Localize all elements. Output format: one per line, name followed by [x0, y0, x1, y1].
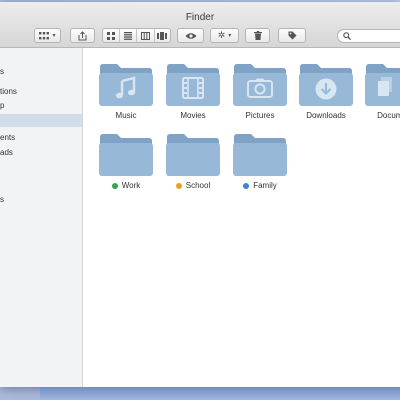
chevron-down-icon: ▾	[228, 33, 232, 39]
sidebar-item-label: s	[0, 67, 4, 76]
view-mode-control	[102, 28, 171, 43]
window-title: Finder	[185, 12, 215, 23]
finder-window: Finder ▾ ✲ ▾ s tions p ents ads s Music …	[0, 2, 400, 387]
desktop-background	[40, 387, 400, 400]
folder-icon	[166, 134, 220, 176]
folder-label: Docume	[377, 111, 400, 120]
film-strip-icon	[182, 77, 204, 99]
share-button[interactable]	[70, 28, 95, 43]
delete-button[interactable]	[245, 28, 270, 43]
quick-look-button[interactable]	[177, 28, 204, 43]
sidebar-item-devices[interactable]: s	[0, 193, 82, 206]
edit-tags-button[interactable]	[278, 28, 306, 43]
sidebar-item-favorites[interactable]: s	[0, 65, 82, 78]
share-icon	[78, 30, 87, 40]
folder-label: Movies	[180, 111, 206, 120]
music-note-icon	[115, 76, 136, 99]
sidebar-item-documents[interactable]: ents	[0, 131, 82, 144]
folder-icon	[233, 134, 287, 176]
action-menu-button[interactable]: ✲ ▾	[210, 28, 239, 43]
folder-label: Family	[253, 181, 277, 190]
documents-icon	[378, 77, 392, 96]
blue-tag-dot-icon	[243, 182, 250, 189]
camera-icon	[247, 78, 273, 98]
gear-icon: ✲	[217, 30, 226, 40]
sidebar-item-desktop[interactable]: p	[0, 99, 82, 112]
folder-label: Downloads	[306, 111, 346, 120]
sidebar-item-downloads[interactable]: ads	[0, 146, 82, 159]
orange-tag-dot-icon	[175, 182, 182, 189]
grid-view-icon	[39, 31, 50, 39]
sidebar-item-label: p	[0, 101, 5, 110]
tag-icon	[288, 31, 296, 40]
sidebar-item-label: s	[0, 195, 4, 204]
green-tag-dot-icon	[111, 182, 118, 189]
column-view-icon	[141, 31, 151, 40]
eye-icon	[185, 32, 196, 39]
search-field[interactable]	[337, 29, 400, 43]
download-arrow-icon	[315, 78, 337, 100]
icon-view-icon	[107, 31, 116, 40]
folder-label: Pictures	[245, 111, 275, 120]
list-view-icon	[124, 31, 133, 40]
cover-flow-view-button[interactable]	[153, 29, 170, 42]
list-view-button[interactable]	[119, 29, 136, 42]
folder-label-row: Family	[220, 181, 300, 190]
sidebar-item-label: ents	[0, 133, 16, 142]
sidebar-item-label: tions	[0, 87, 17, 96]
titlebar: Finder ▾ ✲ ▾	[0, 2, 400, 48]
folder-label: Music	[115, 111, 137, 120]
arrange-view-button[interactable]: ▾	[34, 28, 61, 43]
folder-icon	[99, 134, 153, 176]
column-view-button[interactable]	[136, 29, 153, 42]
chevron-down-icon: ▾	[52, 33, 56, 39]
file-grid: Music Movies Pictures Downloads Docum Wo…	[83, 48, 400, 387]
sidebar: s tions p ents ads s	[0, 48, 83, 387]
sidebar-item-label: ads	[0, 148, 13, 157]
sidebar-item-applications[interactable]: tions	[0, 85, 82, 98]
cover-flow-icon	[157, 31, 168, 40]
folder-label: School	[185, 181, 211, 190]
search-icon	[343, 32, 351, 40]
icon-view-button[interactable]	[103, 29, 119, 42]
sidebar-item-selected[interactable]	[0, 114, 82, 127]
trash-icon	[253, 31, 262, 40]
folder-label: Work	[121, 181, 141, 190]
